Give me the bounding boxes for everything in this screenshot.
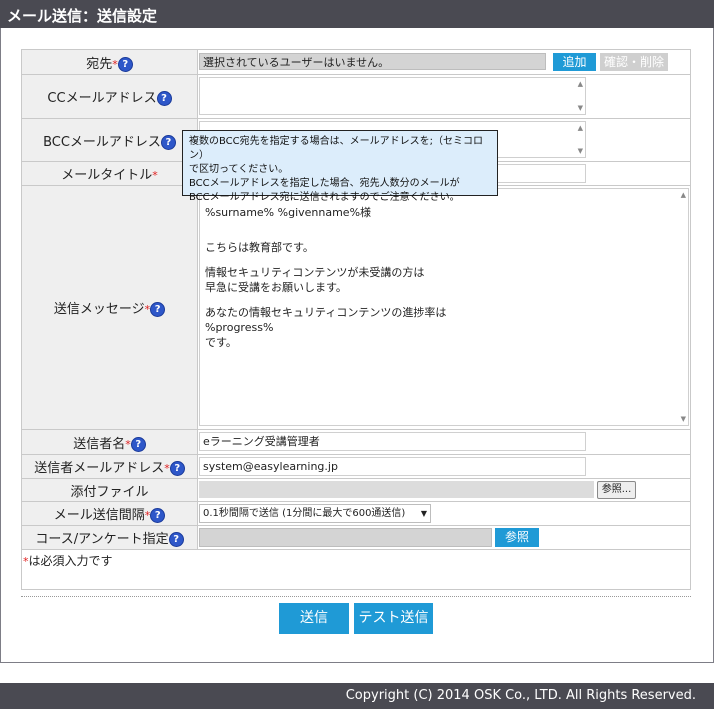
add-recipient-button[interactable]: 追加 [553,53,596,71]
page-title: メール送信：送信設定 [7,7,158,25]
message-line: 情報セキュリティコンテンツが未受講の方は [205,266,425,279]
attachment-value-cell: 参照... [197,478,691,502]
course-label-cell: コース/アンケート指定? [21,525,198,550]
row-sender-name: 送信者名*? eラーニング受講管理者 [21,429,691,455]
help-icon[interactable]: ? [160,134,176,150]
row-sender-email: 送信者メールアドレス*? system@easylearning.jp [21,454,691,479]
subject-label-cell: メールタイトル* [21,161,198,186]
cc-email-textarea[interactable]: ▲ ▼ [199,77,586,115]
scroll-up-icon[interactable]: ▲ [578,80,583,88]
tooltip-line: で区切ってください。 [189,164,289,175]
course-label: コース/アンケート指定 [35,532,169,547]
scroll-up-icon[interactable]: ▲ [681,191,686,199]
row-attachment: 添付ファイル 参照... [21,478,691,502]
message-line: 早急に受講をお願いします。 [205,281,347,294]
message-line: あなたの情報セキュリティコンテンツの進捗率は [205,306,447,319]
copyright: Copyright (C) 2014 OSK Co., LTD. All Rig… [345,688,696,703]
tooltip-line: BCCメールアドレスを指定した場合、宛先人数分のメールが [189,178,460,189]
sender-email-label-cell: 送信者メールアドレス*? [21,454,198,479]
row-required-note: *は必須入力です [21,549,691,590]
to-label-cell: 宛先*? [21,49,198,75]
confirm-delete-button[interactable]: 確認・削除 [600,53,668,71]
bcc-help-tooltip: 複数のBCC宛先を指定する場合は、メールアドレスを;（セミコロン） で区切ってく… [182,130,498,203]
bcc-label-cell: BCCメールアドレス? [21,118,198,162]
scroll-down-icon[interactable]: ▼ [681,415,686,423]
send-button[interactable]: 送信 [279,603,349,634]
row-cc: CCメールアドレス? ▲ ▼ [21,74,691,119]
interval-label: メール送信間隔 [53,508,145,523]
required-note-cell: *は必須入力です [21,549,691,590]
help-icon[interactable]: ? [168,532,184,547]
attachment-path [199,481,594,498]
scroll-up-icon[interactable]: ▲ [578,124,583,132]
tooltip-line: BCCメールアドレス宛に送信されますのでご注意ください。 [189,192,460,203]
recipient-display: 選択されているユーザーはいません。 [199,53,546,70]
page-footer: Copyright (C) 2014 OSK Co., LTD. All Rig… [0,683,714,709]
message-line: %progress% [205,321,274,334]
cc-value-cell: ▲ ▼ [197,74,691,119]
sender-name-input[interactable]: eラーニング受講管理者 [199,432,586,451]
sender-email-label: 送信者メールアドレス [34,461,165,476]
sender-email-value-cell: system@easylearning.jp [197,454,691,479]
scroll-down-icon[interactable]: ▼ [578,104,583,112]
test-send-button[interactable]: テスト送信 [354,603,433,634]
help-icon[interactable]: ? [156,91,172,106]
help-icon[interactable]: ? [130,436,146,452]
sender-email-input[interactable]: system@easylearning.jp [199,457,586,476]
tooltip-line: 複数のBCC宛先を指定する場合は、メールアドレスを;（セミコロン） [189,136,484,161]
bcc-label: BCCメールアドレス [43,134,161,150]
attachment-label: 添付ファイル [70,484,149,500]
message-label: 送信メッセージ [53,302,145,317]
cc-label-cell: CCメールアドレス? [21,74,198,119]
interval-select-value: 0.1秒間隔で送信 (1分間に最大で600通送信) [203,508,406,519]
required-mark: * [164,462,170,475]
help-icon[interactable]: ? [117,56,133,72]
message-line: です。 [205,336,237,349]
cc-label: CCメールアドレス [47,91,157,106]
sender-name-label: 送信者名 [73,436,126,452]
chevron-down-icon: ▼ [420,509,427,518]
required-note: は必須入力です [28,554,113,568]
message-line: %surname% %givenname%様 [205,206,372,219]
row-interval: メール送信間隔*? 0.1秒間隔で送信 (1分間に最大で600通送信) ▼ [21,501,691,526]
row-course: コース/アンケート指定? 参照 [21,525,691,550]
required-mark: * [125,437,131,451]
subject-label: メールタイトル [61,168,153,183]
browse-file-button[interactable]: 参照... [597,481,636,499]
required-mark: * [112,57,118,71]
page-header: メール送信：送信設定 [0,0,714,28]
sender-name-label-cell: 送信者名*? [21,429,198,455]
row-to: 宛先*? 選択されているユーザーはいません。 追加 確認・削除 [21,49,691,75]
message-label-cell: 送信メッセージ*? [21,185,198,430]
required-mark: * [152,169,158,182]
message-line: こちらは教育部です。 [205,241,314,254]
course-display [199,528,492,547]
message-textarea[interactable]: %surname% %givenname%様 こちらは教育部です。 情報セキュリ… [199,188,689,426]
sender-name-value-cell: eラーニング受講管理者 [197,429,691,455]
scroll-down-icon[interactable]: ▼ [578,147,583,155]
interval-label-cell: メール送信間隔*? [21,501,198,526]
message-body: %surname% %givenname%様 こちらは教育部です。 情報セキュリ… [205,205,446,360]
row-message: 送信メッセージ*? %surname% %givenname%様 こちらは教育部… [21,185,691,430]
help-icon[interactable]: ? [169,461,185,476]
divider [21,596,691,597]
course-value-cell: 参照 [197,525,691,550]
interval-value-cell: 0.1秒間隔で送信 (1分間に最大で600通送信) ▼ [197,501,691,526]
to-label: 宛先 [86,56,113,72]
interval-select[interactable]: 0.1秒間隔で送信 (1分間に最大で600通送信) ▼ [199,504,431,523]
help-icon[interactable]: ? [150,302,166,317]
course-browse-button[interactable]: 参照 [495,528,539,547]
to-value-cell: 選択されているユーザーはいません。 追加 確認・削除 [197,49,691,75]
message-value-cell: %surname% %givenname%様 こちらは教育部です。 情報セキュリ… [197,185,691,430]
help-icon[interactable]: ? [150,508,166,523]
attachment-label-cell: 添付ファイル [21,478,198,502]
